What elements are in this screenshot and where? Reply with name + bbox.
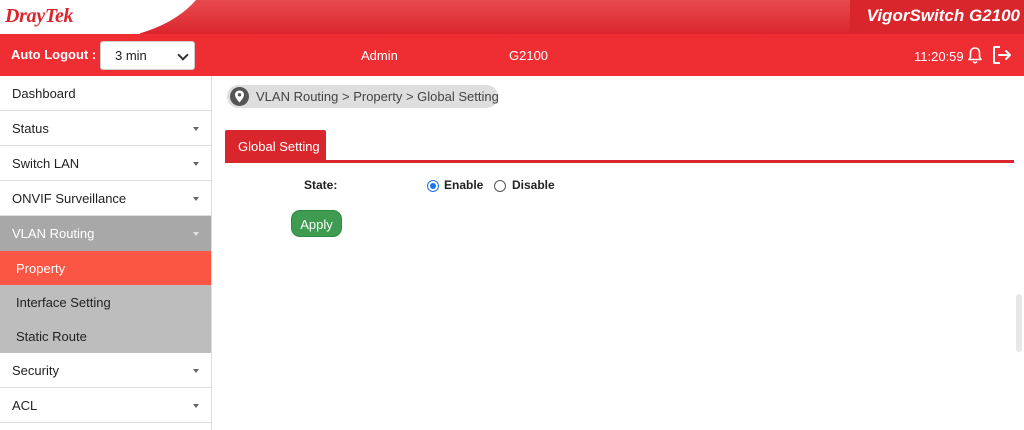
tab-label: Global Setting	[238, 139, 320, 154]
caret-down-icon	[193, 127, 199, 131]
sidebar-item-label: Status	[12, 121, 49, 136]
state-label: State:	[304, 178, 338, 192]
sidebar-item-acl[interactable]: ACL	[0, 388, 211, 423]
sidebar-item-vlan-routing[interactable]: VLAN Routing	[0, 216, 211, 251]
auto-logout-value: 3 min	[115, 48, 147, 63]
sidebar-item-label: Dashboard	[12, 86, 76, 101]
apply-button[interactable]: Apply	[291, 210, 342, 237]
breadcrumb-text: VLAN Routing > Property > Global Setting	[256, 89, 499, 104]
caret-down-icon	[193, 197, 199, 201]
sidebar-item-dashboard[interactable]: Dashboard	[0, 76, 211, 111]
auto-logout-label: Auto Logout :	[11, 47, 97, 62]
tab-global-setting[interactable]: Global Setting	[225, 130, 326, 161]
sidebar-item-label: VLAN Routing	[12, 226, 95, 241]
auto-logout-select[interactable]: 3 min	[100, 41, 195, 70]
sidebar-subitem-property[interactable]: Property	[0, 251, 211, 285]
breadcrumb: VLAN Routing > Property > Global Setting	[227, 85, 499, 108]
caret-down-icon	[193, 404, 199, 408]
sidebar: Dashboard Status Switch LAN ONVIF Survei…	[0, 76, 212, 430]
tab-underline	[225, 160, 1014, 163]
header-bar: Auto Logout : 3 min Admin G2100 11:20:59	[0, 34, 1024, 76]
sidebar-subitem-static-route[interactable]: Static Route	[0, 319, 211, 353]
enable-radio[interactable]	[427, 180, 439, 192]
disable-radio[interactable]	[494, 180, 506, 192]
sidebar-subitem-interface-setting[interactable]: Interface Setting	[0, 285, 211, 319]
disable-label[interactable]: Disable	[512, 178, 555, 192]
top-banner: DrayTek VigorSwitch G2100	[0, 0, 1024, 34]
sidebar-item-status[interactable]: Status	[0, 111, 211, 146]
logout-icon[interactable]	[991, 45, 1013, 65]
bell-icon[interactable]	[966, 46, 984, 64]
sidebar-subitem-label: Interface Setting	[16, 295, 111, 310]
sidebar-item-onvif-surveillance[interactable]: ONVIF Surveillance	[0, 181, 211, 216]
sidebar-item-label: ONVIF Surveillance	[12, 191, 127, 206]
draytek-logo: DrayTek	[5, 5, 74, 27]
enable-label[interactable]: Enable	[444, 178, 483, 192]
sidebar-item-label: ACL	[12, 398, 38, 413]
sidebar-item-label: Security	[12, 363, 59, 378]
sidebar-subitem-label: Static Route	[16, 329, 87, 344]
sidebar-item-label: Switch LAN	[12, 156, 80, 171]
model-name: G2100	[509, 48, 549, 63]
caret-down-icon	[193, 369, 199, 373]
caret-down-icon	[193, 162, 199, 166]
map-pin-icon	[230, 87, 249, 106]
product-name: VigorSwitch G2100	[866, 6, 1020, 25]
chevron-down-icon	[177, 49, 189, 61]
caret-down-icon	[193, 232, 199, 236]
app: DrayTek VigorSwitch G2100 Auto Logout : …	[0, 0, 1024, 430]
sidebar-item-switch-lan[interactable]: Switch LAN	[0, 146, 211, 181]
sidebar-subitem-label: Property	[16, 261, 66, 276]
system-clock: 11:20:59	[914, 49, 964, 64]
submenu-scrollbar[interactable]	[1016, 294, 1022, 352]
user-name: Admin	[361, 48, 398, 63]
sidebar-item-security[interactable]: Security	[0, 353, 211, 388]
